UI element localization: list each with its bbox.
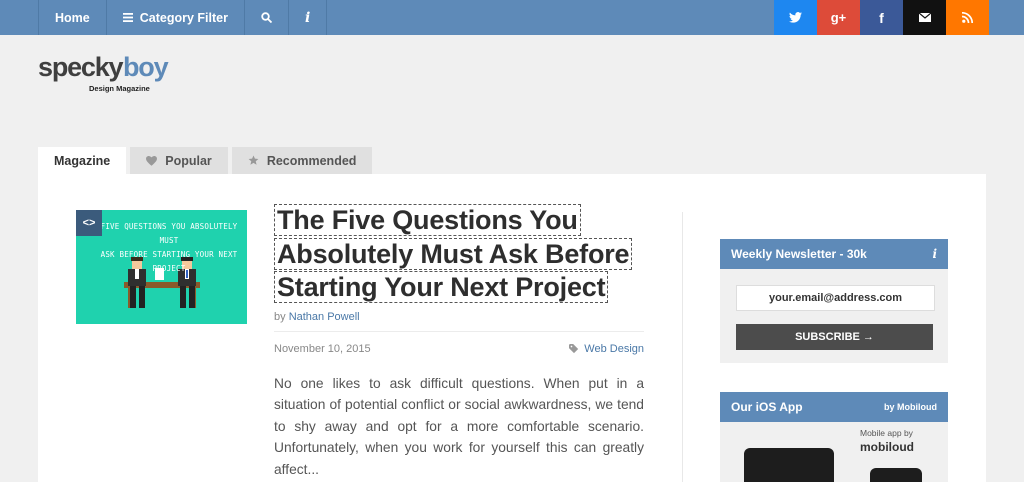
facebook-icon: f <box>879 9 884 26</box>
content-tabs: Magazine Popular Recommended <box>38 147 373 174</box>
thumbnail-caption: FIVE QUESTIONS YOU ABSOLUTELY MUST ASK B… <box>94 220 244 276</box>
newsletter-header: Weekly Newsletter - 30k i <box>720 239 948 269</box>
article-title-line-2[interactable]: Absolutely Must Ask Before <box>274 237 633 270</box>
menu-icon <box>122 13 133 22</box>
subscribe-button[interactable]: SUBSCRIBE → <box>736 324 933 350</box>
info-icon: i <box>304 9 311 26</box>
ios-app-widget: Our iOS App by Mobiloud Mobile app by mo… <box>720 392 948 482</box>
email-button[interactable] <box>903 0 946 35</box>
twitter-button[interactable] <box>774 0 817 35</box>
ios-app-by: by Mobiloud <box>884 402 937 412</box>
article-date: November 10, 2015 <box>274 342 371 355</box>
code-icon: <> <box>76 210 102 236</box>
article-meta: November 10, 2015 Web Design <box>274 343 644 355</box>
svg-text:boy: boy <box>123 52 169 82</box>
magazine-panel: FIVE QUESTIONS YOU ABSOLUTELY MUST ASK B… <box>38 174 986 482</box>
article-card: The Five Questions You Absolutely Must A… <box>274 204 644 480</box>
rss-icon <box>962 12 973 23</box>
tab-recommended-label: Recommended <box>266 153 357 168</box>
tab-magazine[interactable]: Magazine <box>38 147 127 174</box>
article-title[interactable]: The Five Questions You Absolutely Must A… <box>274 204 644 305</box>
article-thumbnail[interactable]: FIVE QUESTIONS YOU ABSOLUTELY MUST ASK B… <box>76 210 247 324</box>
google-plus-icon: g+ <box>830 10 847 25</box>
nav-home[interactable]: Home <box>38 0 107 35</box>
nav-category-filter-label: Category Filter <box>139 10 228 25</box>
rss-button[interactable] <box>946 0 989 35</box>
mobiloud-logo: mobiloud <box>860 440 914 454</box>
tab-popular-label: Popular <box>165 153 212 168</box>
twitter-icon <box>789 12 802 23</box>
mobile-app-by-label: Mobile app by <box>860 428 913 438</box>
byline-prefix: by <box>274 310 286 323</box>
divider <box>274 330 644 332</box>
phone-mockup[interactable] <box>870 468 922 482</box>
ios-app-title: Our iOS App <box>731 400 803 414</box>
tab-popular[interactable]: Popular <box>130 147 228 174</box>
info-button[interactable]: i <box>289 0 328 35</box>
article-excerpt: No one likes to ask difficult questions.… <box>274 375 644 477</box>
tab-magazine-label: Magazine <box>54 153 111 168</box>
email-field[interactable]: your.email@address.com <box>736 285 935 311</box>
speckyboy-logo: specky boy Design Magazine <box>38 52 170 93</box>
category-label: Web Design <box>584 342 644 355</box>
envelope-icon <box>918 13 931 22</box>
tag-icon <box>569 343 579 353</box>
author-link[interactable]: Nathan Powell <box>289 311 360 323</box>
thumbnail-caption-line-1: FIVE QUESTIONS YOU ABSOLUTELY MUST <box>100 222 238 245</box>
ios-app-body: Mobile app by mobiloud <box>720 422 948 482</box>
facebook-button[interactable]: f <box>860 0 903 35</box>
article-byline: by Nathan Powell <box>274 311 644 323</box>
category-link[interactable]: Web Design <box>569 343 644 355</box>
ios-app-header: Our iOS App by Mobiloud <box>720 392 948 422</box>
heart-icon <box>146 155 158 166</box>
tab-recommended[interactable]: Recommended <box>231 147 373 174</box>
info-icon[interactable]: i <box>932 247 937 261</box>
sidebar-divider <box>682 212 683 482</box>
newsletter-title: Weekly Newsletter - 30k <box>731 247 867 261</box>
nav-category-filter[interactable]: Category Filter <box>107 0 245 35</box>
thumbnail-caption-line-2: ASK BEFORE STARTING YOUR NEXT PROJECT <box>100 250 238 273</box>
svg-text:specky: specky <box>38 52 124 82</box>
google-plus-button[interactable]: g+ <box>817 0 860 35</box>
main-nav: Home Category Filter i <box>38 0 328 35</box>
nav-home-label: Home <box>55 10 90 25</box>
search-button[interactable] <box>245 0 289 35</box>
star-icon <box>248 155 259 165</box>
article-title-line-3[interactable]: Starting Your Next Project <box>274 271 609 303</box>
newsletter-widget: Weekly Newsletter - 30k i your.email@add… <box>720 239 948 363</box>
article-title-line-1[interactable]: The Five Questions You <box>274 204 581 236</box>
site-logo[interactable]: specky boy Design Magazine <box>38 52 178 97</box>
top-navigation-bar: Home Category Filter i g+ f <box>0 0 1024 35</box>
social-links: g+ f <box>774 0 989 35</box>
tablet-mockup[interactable] <box>744 448 834 482</box>
search-icon <box>261 12 272 23</box>
svg-text:Design Magazine: Design Magazine <box>89 84 150 93</box>
